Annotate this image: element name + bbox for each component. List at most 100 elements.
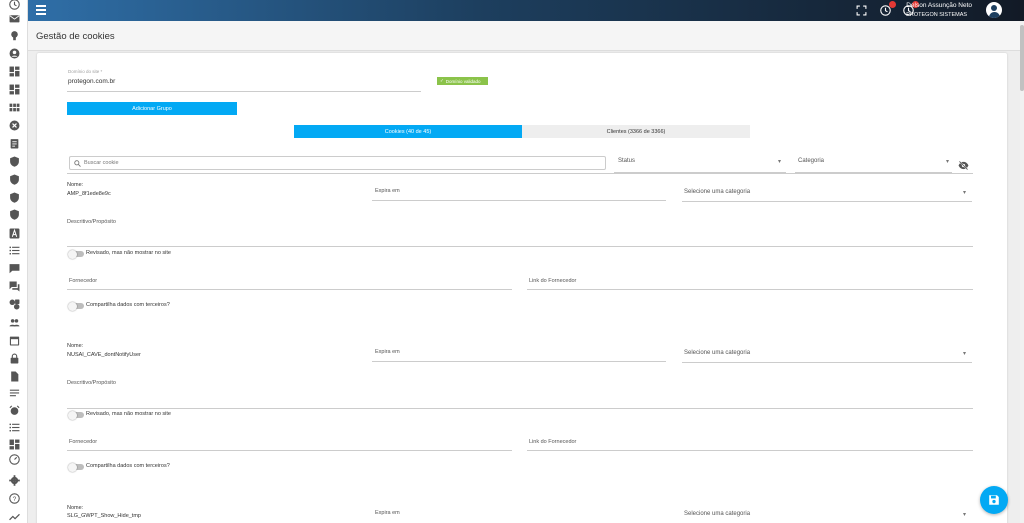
notes-icon[interactable]: [7, 386, 21, 400]
dashboard-icon[interactable]: [7, 64, 21, 78]
supplier-link-field[interactable]: Link do Fornecedor: [529, 439, 576, 445]
list-icon[interactable]: [7, 243, 21, 257]
cookie-management-card: [37, 53, 1007, 523]
clipboard-icon[interactable]: [7, 136, 21, 150]
category-dropdown-underline: [682, 362, 972, 363]
trending-icon[interactable]: [7, 509, 21, 523]
people-icon[interactable]: [7, 315, 21, 329]
supplier-field[interactable]: Fornecedor: [69, 278, 97, 284]
domain-validated-badge: ✓ Domínio validado: [437, 77, 488, 85]
shares-data-toggle-label: Compartilha dados com terceiros?: [86, 302, 170, 308]
check-icon: ✓: [440, 78, 444, 83]
clock-icon[interactable]: [7, 0, 21, 11]
lock-icon[interactable]: [7, 351, 21, 365]
notification-badge: [889, 1, 896, 8]
alarm-icon[interactable]: [7, 403, 21, 417]
search-placeholder: Buscar cookie: [84, 160, 119, 166]
cookie-name-label: Nome:: [67, 182, 84, 188]
reviewed-toggle[interactable]: [68, 249, 84, 259]
forum-icon[interactable]: [7, 279, 21, 293]
cookie-name: AMP_8f1ede8e9c: [67, 191, 111, 197]
mail-icon[interactable]: [7, 11, 21, 25]
chevron-down-icon: ▾: [946, 159, 950, 165]
supplier-underline: [67, 289, 512, 290]
category-select[interactable]: Categoria: [798, 158, 824, 164]
scrollbar-thumb[interactable]: [1020, 25, 1024, 91]
chevron-down-icon: ▾: [963, 512, 967, 518]
account-icon[interactable]: [7, 46, 21, 60]
domain-field-label: Domínio do site *: [68, 69, 103, 74]
avatar[interactable]: [986, 2, 1002, 18]
dashboard-alt-icon[interactable]: [7, 82, 21, 96]
side-nav: ?: [0, 0, 28, 523]
domain-input[interactable]: protegon.com.br: [68, 78, 115, 85]
supplier-field[interactable]: Fornecedor: [69, 439, 97, 445]
hamburger-menu-icon[interactable]: [36, 5, 46, 15]
expires-field[interactable]: Expira em: [375, 349, 400, 355]
tab-clients[interactable]: Clientes (3366 de 3366): [522, 125, 750, 138]
company-name: PROTEGON SISTEMAS: [906, 11, 968, 18]
calendar-icon[interactable]: [7, 333, 21, 347]
category-dropdown[interactable]: Selecione uma categoria: [684, 189, 750, 195]
shares-data-toggle[interactable]: [68, 301, 84, 311]
search-input[interactable]: Buscar cookie: [69, 156, 606, 170]
font-icon[interactable]: [7, 226, 21, 240]
save-button[interactable]: [980, 486, 1008, 514]
domain-validated-label: Domínio validado: [445, 78, 481, 84]
title-bar: [28, 21, 1020, 51]
cookie-name: NUSAI_CAVE_dontNotifyUser: [67, 352, 141, 358]
category-dropdown[interactable]: Selecione uma categoria: [684, 511, 750, 517]
chat-icon[interactable]: [7, 261, 21, 275]
supplier-link-field[interactable]: Link do Fornecedor: [529, 278, 576, 284]
cookie-name-label: Nome:: [67, 505, 84, 511]
status-select[interactable]: Status: [618, 158, 635, 164]
supplier-underline: [67, 450, 512, 451]
cookie-name-label: Nome:: [67, 343, 84, 349]
view-dashboard-icon[interactable]: [7, 437, 21, 451]
category-dropdown[interactable]: Selecione uma categoria: [684, 350, 750, 356]
shares-data-toggle[interactable]: [68, 462, 84, 472]
top-bar: Delson Assunção Neto PROTEGON SISTEMAS: [28, 0, 1024, 21]
user-name: Delson Assunção Neto: [906, 2, 972, 9]
description-field[interactable]: Descritivo/Propósito: [67, 380, 116, 386]
tools-icon[interactable]: [7, 297, 21, 311]
chevron-down-icon: ▾: [778, 159, 782, 165]
reviewed-toggle[interactable]: [68, 410, 84, 420]
notifications-icon[interactable]: [879, 1, 896, 17]
grid-icon[interactable]: [7, 100, 21, 114]
description-underline: [67, 408, 973, 409]
user-info[interactable]: Delson Assunção Neto PROTEGON SISTEMAS: [906, 2, 972, 19]
speedometer-icon[interactable]: [7, 452, 21, 466]
supplier-link-underline: [527, 289, 973, 290]
file-icon[interactable]: [7, 369, 21, 383]
reviewed-toggle-label: Revisado, mas não mostrar no site: [86, 250, 171, 256]
expires-field[interactable]: Expira em: [375, 188, 400, 194]
domain-underline: [67, 91, 421, 92]
shield-alt-icon[interactable]: [7, 190, 21, 204]
help-icon[interactable]: ?: [7, 491, 21, 505]
description-underline: [67, 246, 973, 247]
gear-icon[interactable]: [7, 473, 21, 487]
supplier-link-underline: [527, 450, 973, 451]
list-alt-icon[interactable]: [7, 420, 21, 434]
filter-divider: [67, 173, 973, 174]
shield-icon[interactable]: [7, 154, 21, 168]
page-scrollbar[interactable]: [1020, 21, 1024, 523]
shares-data-toggle-label: Compartilha dados com terceiros?: [86, 463, 170, 469]
shield-lock-icon[interactable]: [7, 207, 21, 221]
cookie-name: SLG_GWPT_Show_Hide_tmp: [67, 513, 141, 519]
chevron-down-icon: ▾: [963, 351, 967, 357]
reviewed-toggle-label: Revisado, mas não mostrar no site: [86, 411, 171, 417]
cancel-icon[interactable]: [7, 118, 21, 132]
fullscreen-icon[interactable]: [855, 4, 868, 17]
chevron-down-icon: ▾: [963, 190, 967, 196]
tab-cookies[interactable]: Cookies (40 de 45): [294, 125, 522, 138]
expires-field[interactable]: Expira em: [375, 510, 400, 516]
lightbulb-icon[interactable]: [7, 28, 21, 42]
add-group-button[interactable]: Adicionar Grupo: [67, 102, 237, 115]
visibility-off-icon[interactable]: [958, 157, 969, 171]
save-icon: [989, 495, 999, 505]
expires-underline: [372, 361, 666, 362]
description-field[interactable]: Descritivo/Propósito: [67, 219, 116, 225]
shield-check-icon[interactable]: [7, 172, 21, 186]
